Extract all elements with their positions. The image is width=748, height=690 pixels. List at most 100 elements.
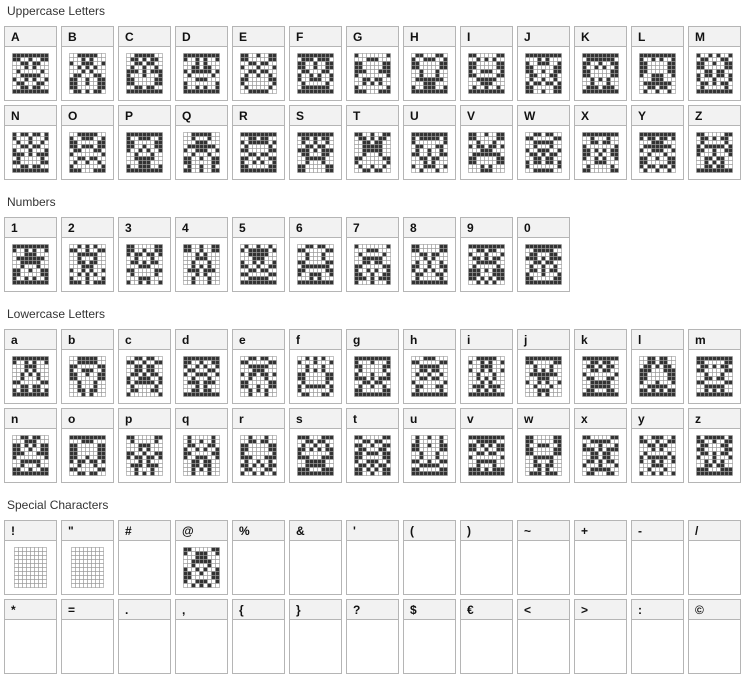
glyph-cell[interactable]: V [460, 105, 513, 180]
glyph-cell[interactable]: A [4, 26, 57, 101]
glyph-preview [632, 350, 683, 403]
glyph-cell[interactable]: q [175, 408, 228, 483]
glyph-cell[interactable]: < [517, 599, 570, 674]
glyph-cell[interactable]: D [175, 26, 228, 101]
glyph-cell[interactable]: ( [403, 520, 456, 595]
glyph-label: > [575, 600, 626, 620]
glyph-cell[interactable]: j [517, 329, 570, 404]
glyph-cell[interactable]: H [403, 26, 456, 101]
glyph-cell[interactable]: ! [4, 520, 57, 595]
glyph-cell[interactable]: h [403, 329, 456, 404]
glyph-cell[interactable]: r [232, 408, 285, 483]
glyph-cell[interactable]: T [346, 105, 399, 180]
glyph-cell[interactable]: w [517, 408, 570, 483]
glyph-cell[interactable]: L [631, 26, 684, 101]
glyph-cell[interactable]: U [403, 105, 456, 180]
glyph-cell[interactable]: I [460, 26, 513, 101]
glyph-cell[interactable]: o [61, 408, 114, 483]
glyph-cell[interactable]: v [460, 408, 513, 483]
glyph-cell[interactable]: 7 [346, 217, 399, 292]
glyph-cell[interactable]: ' [346, 520, 399, 595]
glyph-cell[interactable]: E [232, 26, 285, 101]
glyph-cell[interactable]: 5 [232, 217, 285, 292]
glyph-cell[interactable]: = [61, 599, 114, 674]
glyph-cell[interactable]: > [574, 599, 627, 674]
glyph-cell[interactable]: Q [175, 105, 228, 180]
glyph-cell[interactable]: 3 [118, 217, 171, 292]
glyph-cell[interactable]: 4 [175, 217, 228, 292]
glyph-cell[interactable]: y [631, 408, 684, 483]
glyph-label: g [347, 330, 398, 350]
glyph-label: X [575, 106, 626, 126]
glyph-cell[interactable]: e [232, 329, 285, 404]
glyph-cell[interactable]: l [631, 329, 684, 404]
glyph-cell[interactable]: G [346, 26, 399, 101]
glyph-preview [119, 350, 170, 403]
glyph-preview-icon [183, 547, 220, 588]
glyph-preview-icon [639, 132, 676, 173]
glyph-cell[interactable]: c [118, 329, 171, 404]
section-title-lowercase: Lowercase Letters [7, 307, 106, 321]
glyph-cell[interactable]: ) [460, 520, 513, 595]
glyph-cell[interactable]: p [118, 408, 171, 483]
glyph-cell[interactable]: { [232, 599, 285, 674]
glyph-cell[interactable]: a [4, 329, 57, 404]
glyph-cell[interactable]: m [688, 329, 741, 404]
glyph-cell[interactable]: Y [631, 105, 684, 180]
glyph-cell[interactable]: b [61, 329, 114, 404]
glyph-cell[interactable]: 9 [460, 217, 513, 292]
glyph-cell[interactable]: / [688, 520, 741, 595]
glyph-cell[interactable]: O [61, 105, 114, 180]
glyph-cell[interactable]: x [574, 408, 627, 483]
glyph-cell[interactable]: @ [175, 520, 228, 595]
glyph-cell[interactable]: ~ [517, 520, 570, 595]
glyph-cell[interactable]: R [232, 105, 285, 180]
glyph-cell[interactable]: © [688, 599, 741, 674]
glyph-cell[interactable]: C [118, 26, 171, 101]
glyph-cell[interactable]: K [574, 26, 627, 101]
glyph-cell[interactable]: f [289, 329, 342, 404]
glyph-cell[interactable]: % [232, 520, 285, 595]
glyph-cell[interactable]: : [631, 599, 684, 674]
glyph-cell[interactable]: + [574, 520, 627, 595]
glyph-cell[interactable]: " [61, 520, 114, 595]
glyph-cell[interactable]: * [4, 599, 57, 674]
glyph-preview [689, 126, 740, 179]
glyph-cell[interactable]: } [289, 599, 342, 674]
glyph-cell[interactable]: P [118, 105, 171, 180]
glyph-preview [119, 429, 170, 482]
glyph-cell[interactable]: N [4, 105, 57, 180]
glyph-preview [404, 238, 455, 291]
glyph-cell[interactable]: F [289, 26, 342, 101]
glyph-cell[interactable]: € [460, 599, 513, 674]
glyph-cell[interactable]: 0 [517, 217, 570, 292]
glyph-cell[interactable]: # [118, 520, 171, 595]
glyph-cell[interactable]: 2 [61, 217, 114, 292]
glyph-cell[interactable]: k [574, 329, 627, 404]
glyph-cell[interactable]: u [403, 408, 456, 483]
glyph-cell[interactable]: W [517, 105, 570, 180]
glyph-cell[interactable]: J [517, 26, 570, 101]
glyph-cell[interactable]: . [118, 599, 171, 674]
glyph-cell[interactable]: i [460, 329, 513, 404]
glyph-cell[interactable]: M [688, 26, 741, 101]
glyph-cell[interactable]: 1 [4, 217, 57, 292]
glyph-cell[interactable]: $ [403, 599, 456, 674]
glyph-cell[interactable]: S [289, 105, 342, 180]
glyph-cell[interactable]: B [61, 26, 114, 101]
glyph-cell[interactable]: Z [688, 105, 741, 180]
glyph-cell[interactable]: n [4, 408, 57, 483]
glyph-cell[interactable]: t [346, 408, 399, 483]
glyph-cell[interactable]: & [289, 520, 342, 595]
glyph-cell[interactable]: z [688, 408, 741, 483]
glyph-cell[interactable]: - [631, 520, 684, 595]
glyph-cell[interactable]: X [574, 105, 627, 180]
glyph-cell[interactable]: , [175, 599, 228, 674]
glyph-cell[interactable]: 6 [289, 217, 342, 292]
glyph-preview-icon [354, 132, 391, 173]
glyph-cell[interactable]: ? [346, 599, 399, 674]
glyph-cell[interactable]: d [175, 329, 228, 404]
glyph-cell[interactable]: s [289, 408, 342, 483]
glyph-cell[interactable]: 8 [403, 217, 456, 292]
glyph-cell[interactable]: g [346, 329, 399, 404]
